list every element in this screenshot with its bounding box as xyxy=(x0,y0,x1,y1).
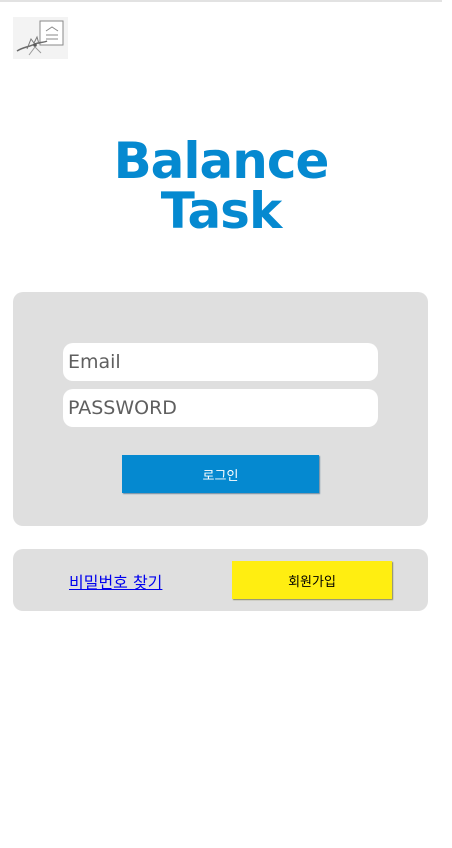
app-title-line-1: Balance xyxy=(113,132,330,190)
app-title-line-2: Task xyxy=(160,182,282,240)
account-actions-card: 비밀번호 찾기 회원가입 xyxy=(13,549,428,611)
top-divider xyxy=(0,0,442,2)
find-password-link[interactable]: 비밀번호 찾기 xyxy=(69,569,162,593)
email-field[interactable] xyxy=(63,343,378,381)
login-button[interactable]: 로그인 xyxy=(122,455,319,493)
password-field[interactable] xyxy=(63,389,378,427)
app-title: Balance Task xyxy=(0,136,442,236)
logo-icon xyxy=(13,17,68,59)
signup-button[interactable]: 회원가입 xyxy=(232,561,392,599)
login-card: 로그인 xyxy=(13,292,428,526)
